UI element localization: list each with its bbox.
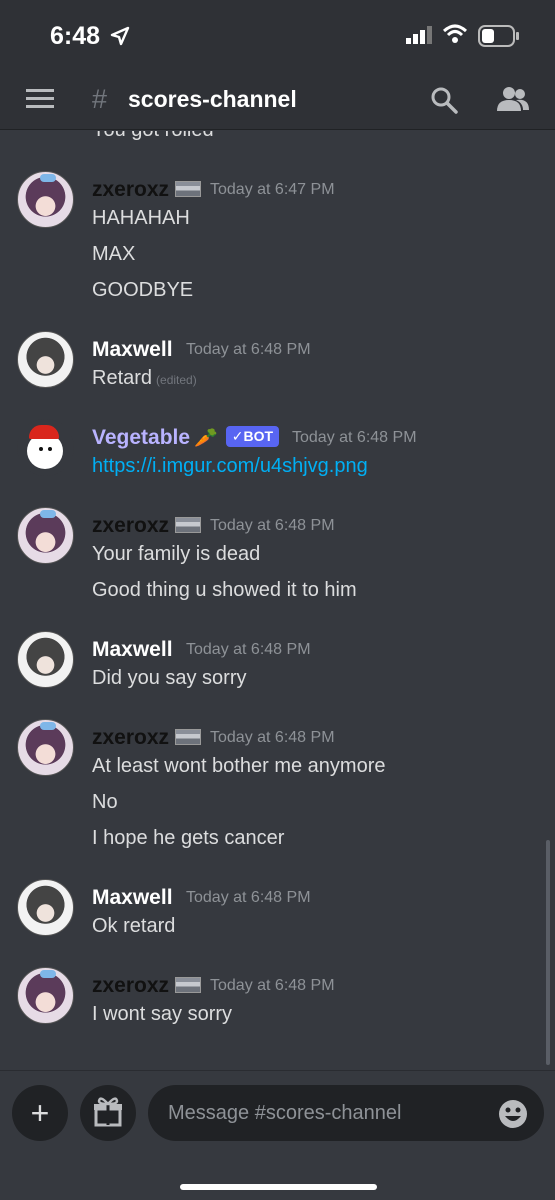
message-line: Ok retard xyxy=(92,915,176,937)
edited-label: (edited) xyxy=(156,373,197,387)
avatar[interactable] xyxy=(17,719,74,776)
message-line: I wont say sorry xyxy=(92,1003,233,1025)
timestamp: Today at 6:47 PM xyxy=(210,181,335,198)
signal-icon xyxy=(406,26,432,44)
message-line: I hope he gets cancer xyxy=(92,827,285,849)
home-indicator[interactable] xyxy=(180,1184,377,1190)
message-link[interactable]: https://i.imgur.com/u4shjvg.png xyxy=(92,455,368,478)
author-name[interactable]: zxeroxz xyxy=(92,974,202,998)
search-icon[interactable] xyxy=(430,86,458,114)
status-bar: 6:48 xyxy=(0,0,555,70)
avatar[interactable] xyxy=(17,419,74,476)
message-input[interactable] xyxy=(148,1085,544,1141)
message-line: No xyxy=(92,791,118,813)
channel-title: scores-channel xyxy=(128,86,297,112)
timestamp: Today at 6:48 PM xyxy=(210,517,335,534)
message-composer: + xyxy=(0,1070,555,1200)
gift-icon xyxy=(94,1097,122,1127)
bot-badge: ✓BOT xyxy=(225,426,280,447)
channel-header: # scores-channel xyxy=(0,70,555,130)
flag-icon xyxy=(175,977,202,993)
scrollbar[interactable] xyxy=(546,840,550,1065)
author-name[interactable]: Maxwell xyxy=(92,886,173,910)
channel-hash: # xyxy=(92,84,108,114)
gift-button[interactable] xyxy=(80,1085,136,1141)
author-name[interactable]: Vegetable 🥕 ✓BOT xyxy=(92,426,280,450)
avatar[interactable] xyxy=(17,631,74,688)
carrot-emoji: 🥕 xyxy=(194,428,218,449)
message-line: MAX xyxy=(92,243,136,265)
avatar[interactable] xyxy=(17,879,74,936)
timestamp: Today at 6:48 PM xyxy=(210,729,335,746)
flag-icon xyxy=(175,517,202,533)
message-line: At least wont bother me anymore xyxy=(92,755,386,777)
menu-icon[interactable] xyxy=(26,88,54,110)
timestamp: Today at 6:48 PM xyxy=(186,341,311,358)
message-line: Your family is dead xyxy=(92,543,261,565)
avatar[interactable] xyxy=(17,171,74,228)
author-name[interactable]: zxeroxz xyxy=(92,726,202,750)
author-name[interactable]: zxeroxz xyxy=(92,178,202,202)
battery-icon xyxy=(478,25,519,47)
author-name[interactable]: Maxwell xyxy=(92,338,173,362)
timestamp: Today at 6:48 PM xyxy=(186,641,311,658)
avatar[interactable] xyxy=(17,967,74,1024)
avatar[interactable] xyxy=(17,507,74,564)
timestamp: Today at 6:48 PM xyxy=(292,429,417,446)
flag-icon xyxy=(175,181,202,197)
message-line: HAHAHAH xyxy=(92,207,190,229)
add-attachment-button[interactable]: + xyxy=(12,1085,68,1141)
author-name[interactable]: zxeroxz xyxy=(92,514,202,538)
wifi-icon xyxy=(442,24,468,43)
message-line: Did you say sorry xyxy=(92,667,247,689)
emoji-icon[interactable] xyxy=(498,1099,528,1129)
avatar[interactable] xyxy=(17,331,74,388)
message-line: GOODBYE xyxy=(92,279,194,301)
message-line: Retard (edited) xyxy=(92,367,197,389)
author-name[interactable]: Maxwell xyxy=(92,638,173,662)
flag-icon xyxy=(175,729,202,745)
timestamp: Today at 6:48 PM xyxy=(210,977,335,994)
timestamp: Today at 6:48 PM xyxy=(186,889,311,906)
message-list[interactable]: You got rolled zxeroxz Today at 6:47 PM … xyxy=(0,131,555,1071)
status-time: 6:48 xyxy=(50,22,101,50)
message-line: Good thing u showed it to him xyxy=(92,579,357,601)
message-line: You got rolled xyxy=(92,131,214,142)
location-arrow-icon xyxy=(110,26,130,46)
members-icon[interactable] xyxy=(496,86,530,112)
plus-icon: + xyxy=(30,1095,50,1131)
